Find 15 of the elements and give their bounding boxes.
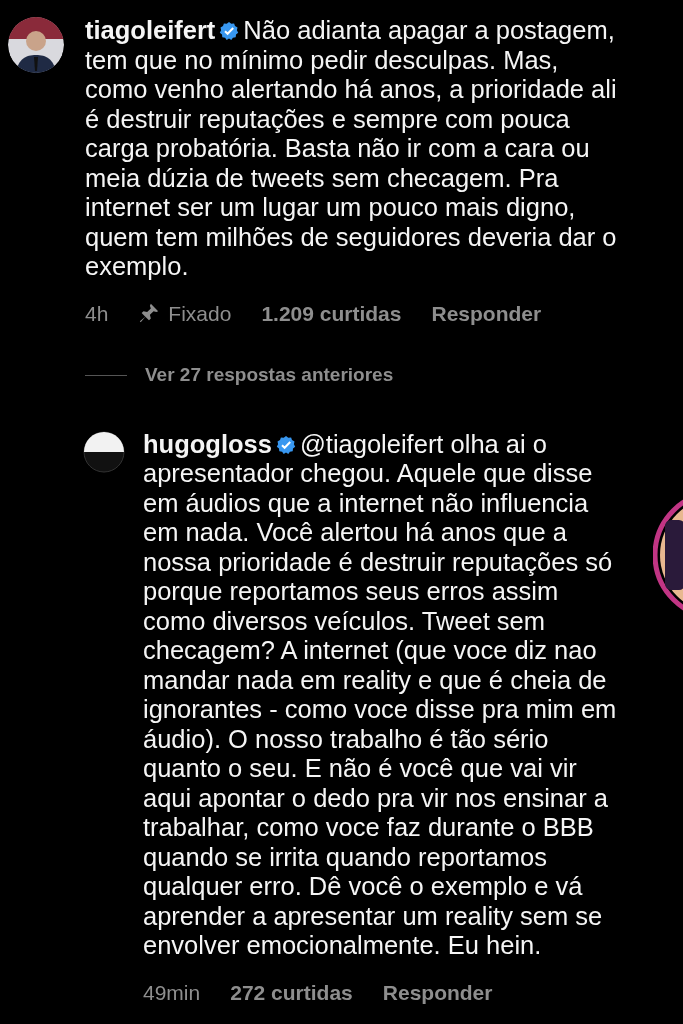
- comment-text: hugogloss @tiagoleifert olha ai o apresentador chegou. Aquele que disse em áudios que a internet não influencia em nada. Você alertou há anos que a nossa prioridade é destruir reputações só porque reportamos seus erros assim como diversos veículos. Tweet sem checagem? A internet (que voce diz nao mandar nada em reality e que é cheia de ignorantes - como voce disse pra mim em áudio). O nosso trabalho é tão sério quanto o seu. E não é você que vai vir aqui apontar o dedo pra vir nos ensinar a trabalhar, como voce faz durante o BBB quando se irrita quando reportamos qualquer erro. Dê você o exemplo e vá aprender a apresentar um reality sem se envolver emocionalmente. Eu hein.: [143, 429, 617, 961]
- reply-button[interactable]: Responder: [431, 297, 542, 329]
- username-link[interactable]: tiagoleifert: [85, 16, 216, 44]
- comment-time: 49min: [143, 979, 201, 1006]
- pinned-label: Fixado: [168, 300, 232, 327]
- reply-button[interactable]: Responder: [382, 976, 493, 1008]
- username-link[interactable]: hugogloss: [143, 429, 272, 458]
- likes-count[interactable]: 1.209 curtidas: [261, 297, 402, 329]
- avatar[interactable]: [8, 17, 64, 73]
- comment-text: tiagoleifert Não adianta apagar a postagem, tem que no mínimo pedir desculpas. Mas, como venho alertando há anos, a prioridade ali é destruir reputações e sempre com pouca carga probatória. Basta não ir com a cara ou meia dúzia de tweets sem checagem. Pra internet ser um lugar um pouco mais digno, quem tem milhões de seguidores deveria dar o exemplo.: [85, 16, 617, 282]
- pin-icon: [138, 302, 161, 325]
- likes-count[interactable]: 272 curtidas: [230, 976, 353, 1008]
- comment-time: 4h: [85, 300, 109, 327]
- avatar[interactable]: [83, 430, 125, 473]
- view-replies-link[interactable]: Ver 27 respostas anteriores: [145, 361, 394, 390]
